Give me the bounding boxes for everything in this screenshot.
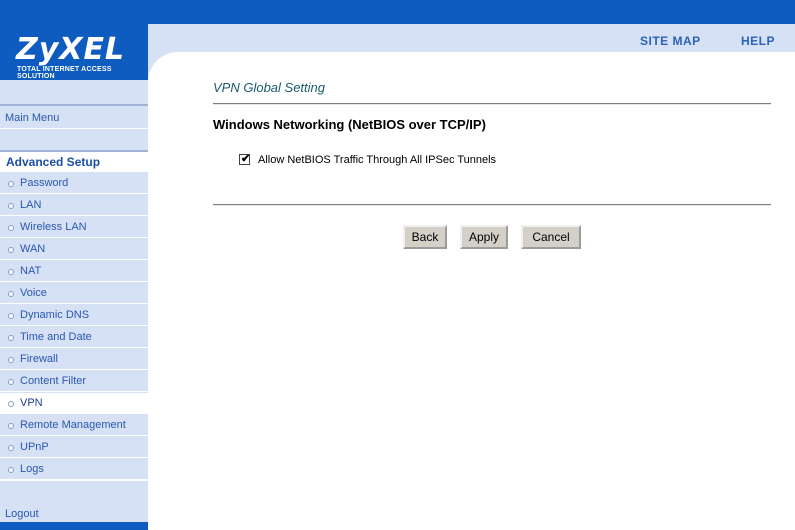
- bullet-icon: [8, 401, 14, 407]
- bullet-icon: [8, 225, 14, 231]
- sidebar-item-label: NAT: [20, 265, 42, 277]
- check-icon: ✔: [241, 153, 251, 165]
- sidebar-item-label: Voice: [20, 287, 47, 299]
- sidebar-item-remote-management[interactable]: Remote Management: [0, 415, 148, 436]
- bullet-icon: [8, 467, 14, 473]
- sidebar-item-lan[interactable]: LAN: [0, 195, 148, 216]
- bullet-icon: [8, 247, 14, 253]
- bottom-bar: [0, 522, 148, 530]
- page-title: VPN Global Setting: [213, 80, 326, 95]
- advanced-setup-heading: Advanced Setup: [0, 150, 148, 172]
- sidebar-item-wan[interactable]: WAN: [0, 239, 148, 260]
- sidebar-item-firewall[interactable]: Firewall: [0, 349, 148, 370]
- bullet-icon: [8, 313, 14, 319]
- netbios-checkbox[interactable]: ✔: [239, 153, 251, 165]
- site-map-link[interactable]: SITE MAP: [640, 34, 701, 48]
- sidebar-item-label: Firewall: [20, 353, 58, 365]
- bullet-icon: [8, 445, 14, 451]
- advanced-setup-label: Advanced Setup: [6, 155, 101, 169]
- sidebar-item-time-and-date[interactable]: Time and Date: [0, 327, 148, 348]
- bullet-icon: [8, 291, 14, 297]
- main-menu-link[interactable]: Main Menu: [5, 112, 59, 124]
- sidebar-item-label: WAN: [20, 243, 46, 255]
- cancel-button[interactable]: Cancel: [521, 225, 581, 249]
- sidebar-item-label: Content Filter: [20, 375, 87, 387]
- sidebar-item-upnp[interactable]: UPnP: [0, 437, 148, 458]
- sidebar-item-label: Password: [20, 177, 69, 189]
- logo-text: ZyXEL: [16, 32, 126, 67]
- bullet-icon: [8, 379, 14, 385]
- sidebar-item-content-filter[interactable]: Content Filter: [0, 371, 148, 392]
- bullet-icon: [8, 181, 14, 187]
- bullet-icon: [8, 423, 14, 429]
- sidebar-item-label: Remote Management: [20, 419, 126, 431]
- sidebar-item-label: UPnP: [20, 441, 49, 453]
- sidebar-item-voice[interactable]: Voice: [0, 283, 148, 304]
- sidebar-item-dynamic-dns[interactable]: Dynamic DNS: [0, 305, 148, 326]
- logo-tagline: TOTAL INTERNET ACCESS SOLUTION: [17, 66, 112, 80]
- bullet-icon: [8, 269, 14, 275]
- bullet-icon: [8, 357, 14, 363]
- divider-bottom: [213, 204, 771, 206]
- sidebar-item-vpn[interactable]: VPN: [0, 393, 148, 414]
- top-bar: [0, 0, 795, 24]
- sidebar-item-label: LAN: [20, 199, 42, 211]
- apply-button[interactable]: Apply: [460, 225, 508, 249]
- sidebar-item-label: Time and Date: [20, 331, 92, 343]
- sidebar-item-label: VPN: [20, 397, 43, 409]
- sidebar-divider: [0, 480, 148, 481]
- logo: ZyXEL TOTAL INTERNET ACCESS SOLUTION: [0, 24, 148, 80]
- back-button[interactable]: Back: [403, 225, 447, 249]
- help-link[interactable]: HELP: [741, 34, 775, 48]
- section-title: Windows Networking (NetBIOS over TCP/IP): [213, 117, 486, 132]
- sidebar-item-label: Logs: [20, 463, 44, 475]
- content-area-corner: [148, 52, 795, 82]
- sidebar-item-password[interactable]: Password: [0, 173, 148, 194]
- bullet-icon: [8, 335, 14, 341]
- sidebar-item-label: Wireless LAN: [20, 221, 87, 233]
- sidebar-item-label: Dynamic DNS: [20, 309, 90, 321]
- sidebar-divider: [0, 128, 148, 129]
- netbios-checkbox-label: Allow NetBIOS Traffic Through All IPSec …: [258, 154, 497, 166]
- sidebar-divider: [0, 104, 148, 106]
- sidebar-item-wireless-lan[interactable]: Wireless LAN: [0, 217, 148, 238]
- sidebar-item-logs[interactable]: Logs: [0, 459, 148, 480]
- bullet-icon: [8, 203, 14, 209]
- divider-top: [213, 103, 771, 105]
- logout-link[interactable]: Logout: [5, 508, 39, 520]
- sidebar-item-nat[interactable]: NAT: [0, 261, 148, 282]
